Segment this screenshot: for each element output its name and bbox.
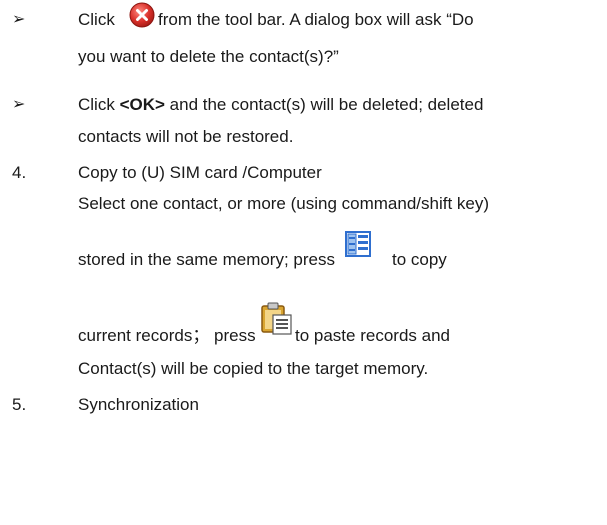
section-4-line3-start: current records； press xyxy=(78,326,256,345)
delete-step-text-start: Click xyxy=(78,10,115,29)
section-5-title: Synchronization xyxy=(78,395,199,414)
bullet-arrow: ➢ xyxy=(12,11,26,28)
bullet-arrow: ➢ xyxy=(12,96,26,113)
section-4-line3-end: to paste records and xyxy=(295,326,450,345)
section-4-line2-start: stored in the same memory; press xyxy=(78,250,335,269)
delete-step-line2: you want to delete the contact(s)?” xyxy=(78,47,339,66)
ok-label: <OK> xyxy=(119,95,165,114)
section-4-number: 4. xyxy=(12,163,27,182)
delete-icon xyxy=(129,2,155,33)
copy-icon xyxy=(344,230,372,263)
ok-step-line2: contacts will not be restored. xyxy=(78,127,294,146)
section-4-line2-end: to copy xyxy=(392,250,447,269)
ok-step-line1: Click <OK> and the contact(s) will be de… xyxy=(78,95,484,114)
section-4-title: Copy to (U) SIM card /Computer xyxy=(78,163,322,182)
section-4-line4: Contact(s) will be copied to the target … xyxy=(78,359,429,378)
section-4-line1: Select one contact, or more (using comma… xyxy=(78,194,490,213)
delete-step-text-end: from the tool bar. A dialog box will ask… xyxy=(158,10,474,29)
section-5-number: 5. xyxy=(12,395,27,414)
paste-icon xyxy=(259,302,293,341)
